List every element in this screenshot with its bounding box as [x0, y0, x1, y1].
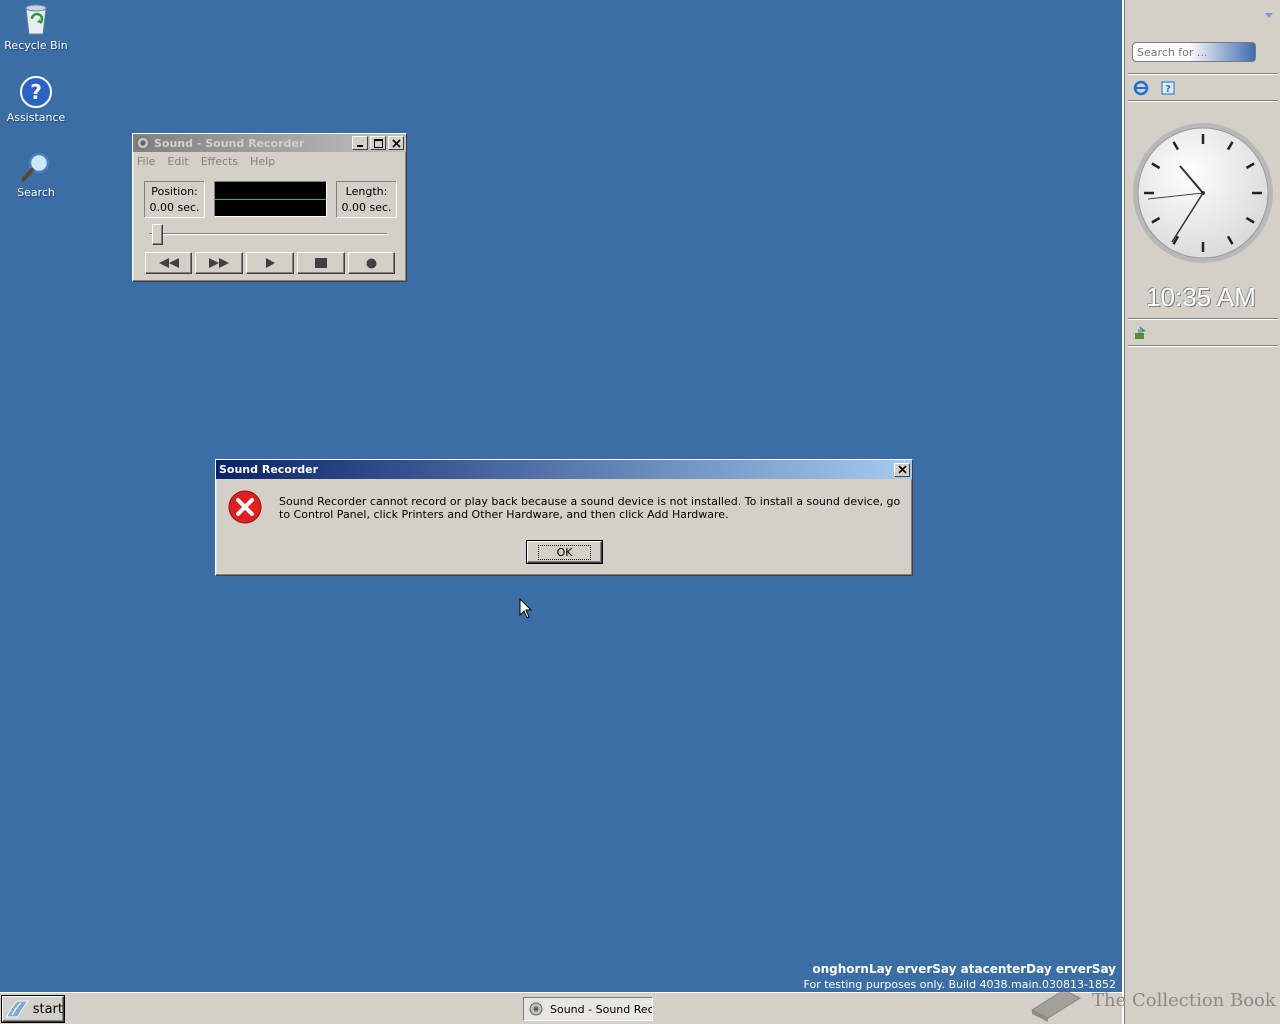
maximize-icon	[373, 138, 383, 148]
length-value: 0.00 sec.	[341, 201, 392, 214]
dialog-title: Sound Recorder	[219, 463, 319, 476]
seek-end-button[interactable]	[195, 252, 243, 274]
menu-file[interactable]: File	[137, 155, 155, 168]
taskbar-item-sound-recorder[interactable]: Sound - Sound Recorder	[523, 997, 653, 1021]
record-button[interactable]	[348, 252, 395, 274]
recorder-title: Sound - Sound Recorder	[154, 136, 305, 150]
sound-recorder-window: Sound - Sound Recorder File Edit Effects…	[132, 133, 407, 282]
speaker-icon	[136, 136, 150, 150]
waveform-display	[214, 181, 327, 217]
seek-slider-thumb[interactable]	[152, 224, 163, 245]
desktop-icon-assistance[interactable]: ? Assistance	[0, 76, 72, 124]
start-label: start	[32, 1001, 63, 1017]
sidebar-search-input[interactable]	[1132, 42, 1256, 62]
recorder-titlebar[interactable]: Sound - Sound Recorder	[133, 134, 406, 152]
ok-button-label: OK	[537, 544, 592, 560]
recycle-bin-icon	[25, 4, 47, 35]
close-icon	[897, 465, 907, 474]
position-value: 0.00 sec.	[149, 201, 200, 214]
dialog-message: Sound Recorder cannot record or play bac…	[279, 495, 901, 521]
svg-text:?: ?	[1165, 84, 1171, 95]
stop-button[interactable]	[297, 252, 345, 274]
brand-overlay: The Collection Book	[1028, 978, 1278, 1022]
mouse-cursor-icon	[519, 598, 533, 619]
desktop-icon-label: Search	[17, 186, 55, 199]
dialog-titlebar[interactable]: Sound Recorder	[216, 460, 912, 479]
network-icon[interactable]	[1133, 325, 1149, 341]
seek-start-icon	[158, 258, 179, 268]
maximize-button[interactable]	[370, 136, 386, 150]
digital-clock: 10:35 AM	[1146, 282, 1256, 312]
length-panel: Length: 0.00 sec.	[336, 181, 397, 218]
desktop-icon-search[interactable]: Search	[0, 151, 72, 199]
play-button[interactable]	[246, 252, 294, 274]
recorder-menubar: File Edit Effects Help	[133, 152, 406, 171]
windows-logo-icon	[6, 1000, 29, 1018]
minimize-icon	[357, 145, 363, 147]
error-icon	[228, 490, 262, 524]
seek-track	[149, 233, 388, 235]
close-icon	[391, 138, 401, 148]
error-dialog: Sound Recorder Sound Recorder cannot rec…	[215, 459, 913, 576]
record-icon	[366, 258, 377, 268]
watermark-title: onghornLay erverSay atacenterDay erverSa…	[812, 962, 1116, 976]
close-button[interactable]	[388, 136, 404, 150]
desktop-icon-label: Assistance	[6, 111, 66, 124]
start-button[interactable]: start	[1, 995, 65, 1023]
position-label: Position:	[151, 185, 198, 198]
chevron-down-icon[interactable]	[1264, 12, 1274, 20]
desktop-icon-recycle-bin[interactable]: Recycle Bin	[0, 2, 72, 52]
taskbar: start Sound - Sound Recorder	[0, 992, 1122, 1024]
play-icon	[266, 258, 275, 268]
speaker-icon	[529, 1002, 543, 1016]
minimize-button[interactable]	[352, 136, 368, 150]
brand-label: The Collection Book	[1092, 989, 1276, 1011]
stop-icon	[315, 258, 327, 268]
desktop-icon-label: Recycle Bin	[4, 39, 68, 52]
seek-end-icon	[209, 258, 229, 268]
menu-effects[interactable]: Effects	[201, 155, 238, 168]
internet-explorer-icon[interactable]	[1133, 80, 1149, 96]
book-icon	[1030, 989, 1082, 1022]
ok-button[interactable]: OK	[526, 540, 603, 564]
sidebar: ? 10:35 AM	[1122, 0, 1280, 1024]
help-center-icon[interactable]: ?	[1160, 80, 1176, 96]
magnifier-icon	[21, 152, 50, 182]
taskbar-item-label: Sound - Sound Recorder	[550, 1002, 652, 1016]
dialog-close-button[interactable]	[894, 462, 910, 477]
position-panel: Position: 0.00 sec.	[144, 181, 205, 218]
help-icon: ?	[20, 76, 52, 108]
menu-help[interactable]: Help	[250, 155, 275, 168]
svg-text:?: ?	[30, 80, 42, 104]
transport-controls	[145, 252, 395, 275]
seek-start-button[interactable]	[145, 252, 192, 274]
menu-edit[interactable]: Edit	[167, 155, 188, 168]
length-label: Length:	[345, 185, 388, 198]
analog-clock-icon	[1133, 123, 1273, 263]
